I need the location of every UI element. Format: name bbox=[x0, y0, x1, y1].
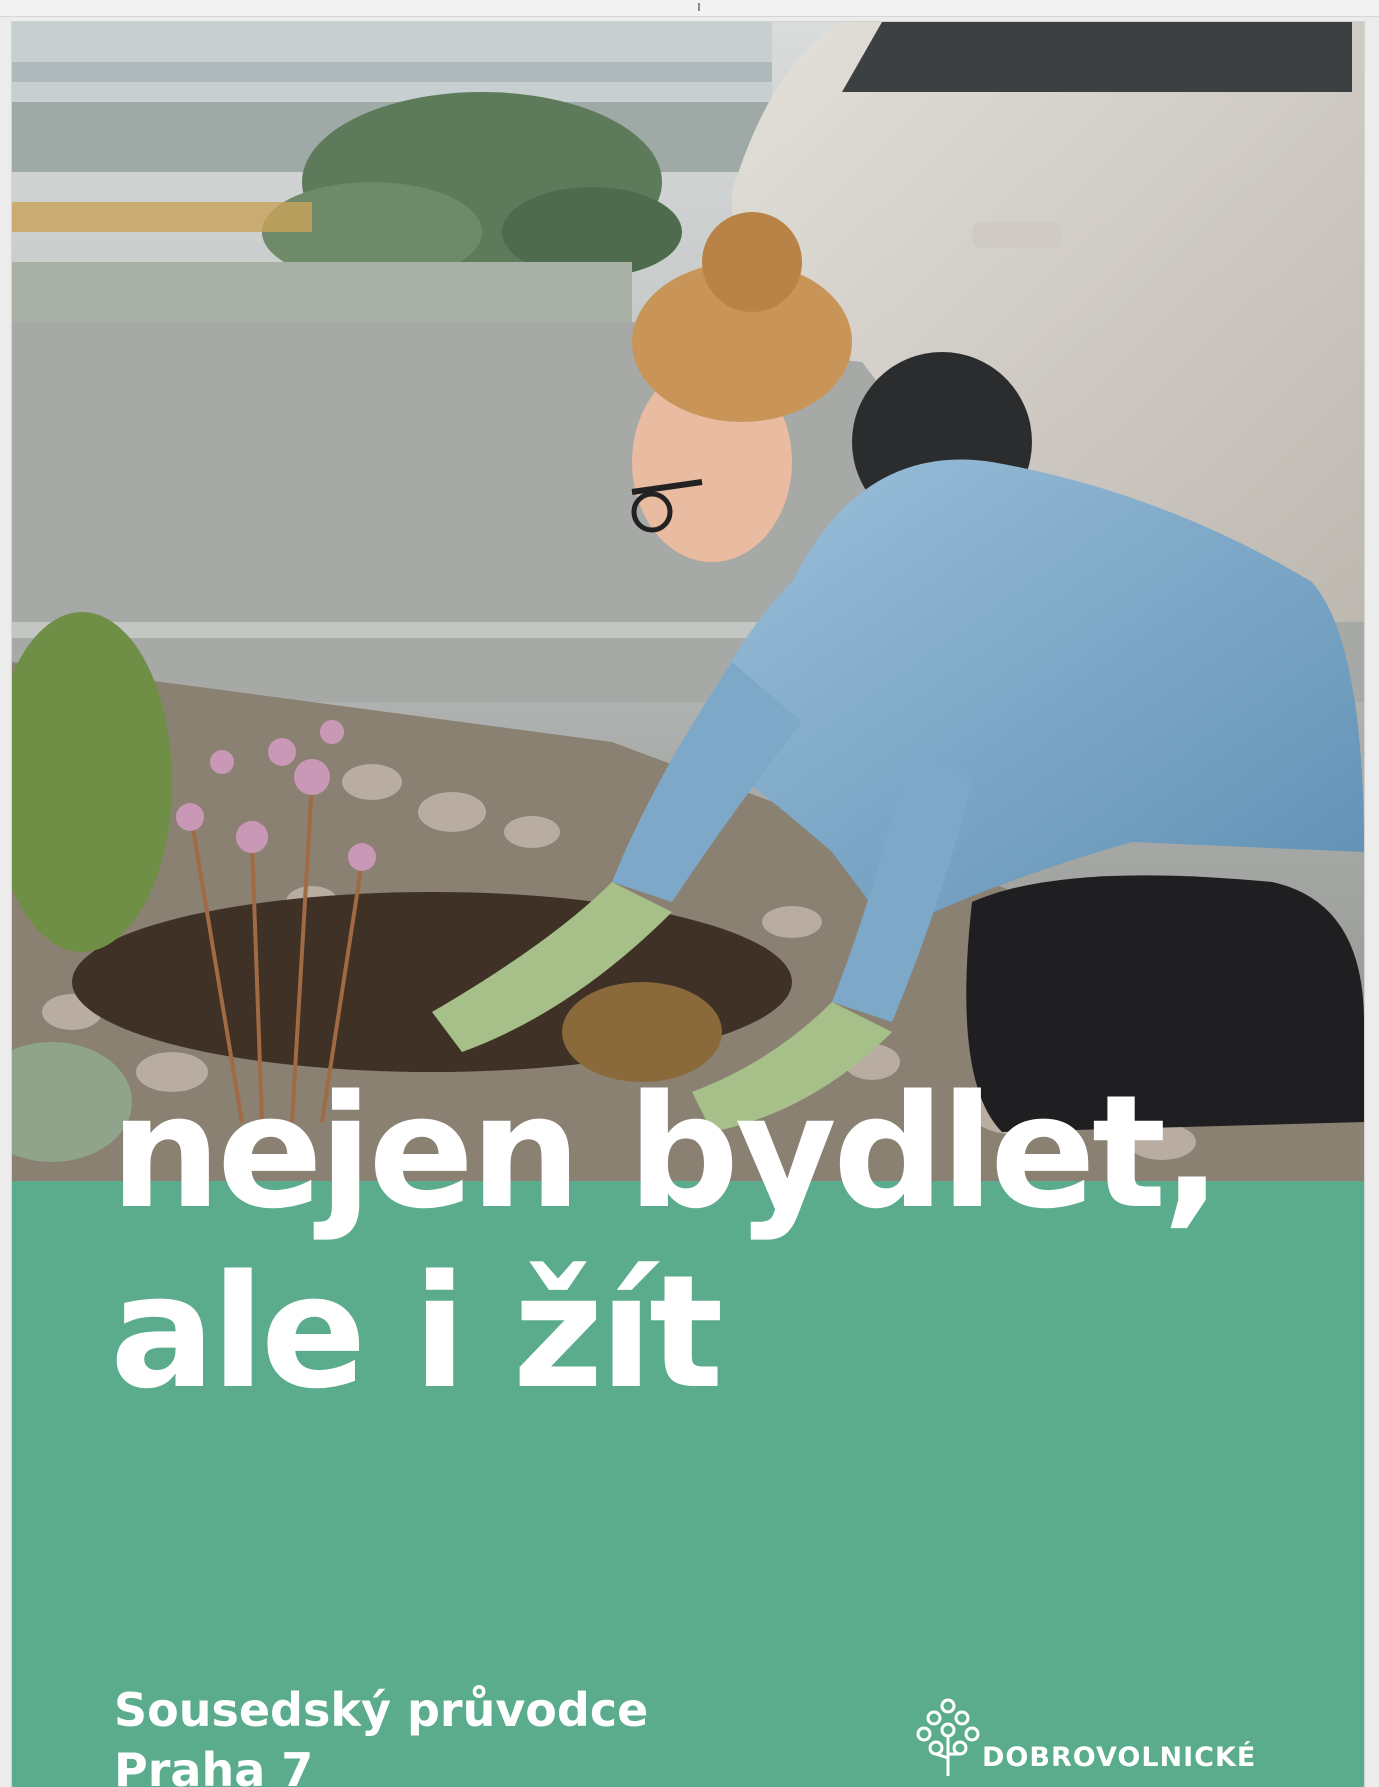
tree-logo-icon bbox=[916, 1698, 980, 1776]
cover-photo bbox=[12, 22, 1364, 1181]
organization-logo: DOBROVOLNICKÉ bbox=[916, 1698, 1356, 1778]
subtitle-line-2: Praha 7 bbox=[114, 1743, 314, 1787]
cover-subtitle: Sousedský průvodce Praha 7 bbox=[114, 1680, 874, 1787]
cover-headline: nejen bydlet, ale i žít bbox=[110, 1061, 1222, 1423]
headline-line-1: nejen bydlet, bbox=[110, 1061, 1222, 1243]
headline-line-2: ale i žít bbox=[110, 1241, 723, 1423]
subtitle-line-1: Sousedský průvodce bbox=[114, 1683, 649, 1737]
viewer-caret-marker bbox=[698, 3, 700, 11]
document-page: nejen bydlet, ale i žít Sousedský průvod… bbox=[12, 22, 1364, 1787]
organization-name: DOBROVOLNICKÉ bbox=[982, 1742, 1257, 1773]
viewer-toolbar bbox=[0, 0, 1379, 17]
